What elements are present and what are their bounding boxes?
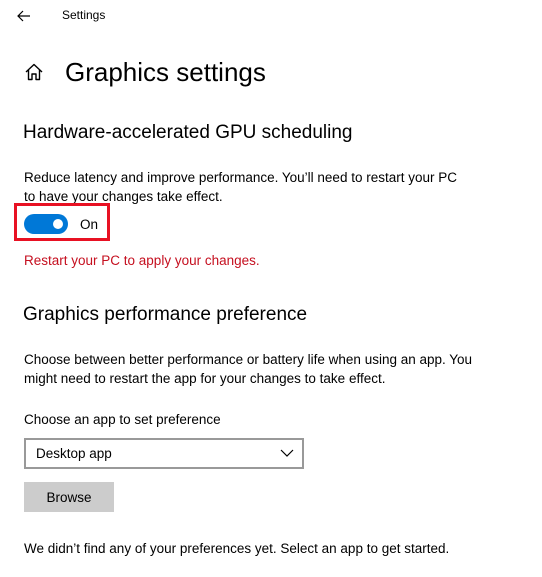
choose-app-label: Choose an app to set preference: [24, 412, 221, 427]
title-bar: Settings: [0, 0, 542, 32]
settings-page: Settings Graphics settings Hardware-acce…: [0, 0, 542, 577]
browse-button[interactable]: Browse: [24, 482, 114, 512]
restart-warning: Restart your PC to apply your changes.: [24, 253, 260, 268]
gpu-scheduling-description: Reduce latency and improve performance. …: [24, 170, 457, 204]
toggle-state-label: On: [80, 216, 99, 232]
performance-preference-heading: Graphics performance preference: [23, 304, 308, 325]
home-icon: [25, 63, 43, 81]
page-title: Graphics settings: [65, 56, 266, 87]
window-title: Settings: [62, 8, 106, 22]
no-preferences-message: We didn’t find any of your preferences y…: [24, 541, 450, 556]
page-header: Graphics settings: [20, 52, 266, 92]
toggle-knob: [53, 219, 63, 229]
gpu-scheduling-heading: Hardware-accelerated GPU scheduling: [23, 122, 353, 143]
home-button[interactable]: [20, 58, 48, 86]
chevron-down-icon: [280, 449, 294, 457]
dropdown-selected-value: Desktop app: [36, 446, 112, 461]
gpu-scheduling-toggle-row: On: [24, 214, 98, 234]
back-arrow-icon: [17, 10, 30, 22]
gpu-scheduling-toggle[interactable]: [24, 214, 68, 234]
app-type-dropdown[interactable]: Desktop app: [24, 438, 304, 469]
back-button[interactable]: [10, 4, 38, 28]
performance-preference-description: Choose between better performance or bat…: [24, 352, 473, 386]
